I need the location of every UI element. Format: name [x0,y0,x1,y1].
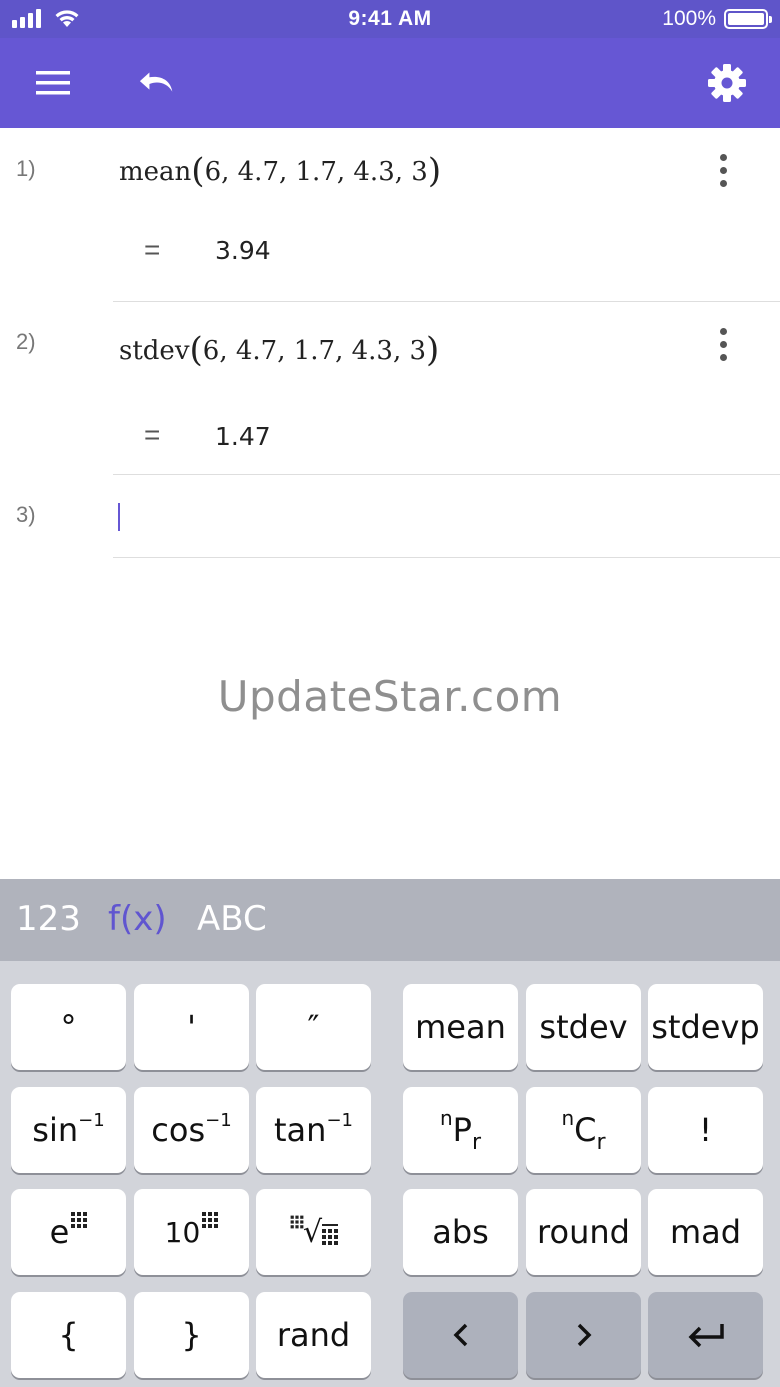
return-icon [688,1324,724,1348]
expression-number: 2) [16,329,36,354]
expression-row-1[interactable]: 1) mean(6, 4.7, 1.7, 4.3, 3) = 3.94 [0,128,780,302]
function-args: 6, 4.7, 1.7, 4.3, 3 [204,157,428,187]
key-abs[interactable]: abs [403,1189,518,1275]
key-label: sin [32,1111,79,1149]
hamburger-icon[interactable] [33,63,73,103]
tab-123[interactable]: 123 [16,899,81,939]
key-left-brace[interactable]: { [11,1292,126,1378]
root-icon: √ [302,1214,323,1250]
key-arctan[interactable]: tan −1 [256,1087,371,1173]
key-subscript: r [471,1129,482,1155]
undo-icon[interactable] [138,63,178,103]
watermark: UpdateStar.com [217,672,563,721]
battery-icon [724,9,772,29]
expression-input[interactable]: stdev(6, 4.7, 1.7, 4.3, 3) [119,330,439,370]
key-cursor-left[interactable] [403,1292,518,1378]
text-cursor [118,503,120,531]
key-mad[interactable]: mad [648,1189,763,1275]
expression-menu-icon[interactable] [710,324,736,364]
key-permutation[interactable]: nPr [403,1087,518,1173]
function-name: mean [119,157,192,187]
status-bar: 9:41 AM 100% [0,0,780,38]
function-args: 6, 4.7, 1.7, 4.3, 3 [202,336,427,366]
key-factorial[interactable]: ! [648,1087,763,1173]
key-combination[interactable]: nCr [526,1087,641,1173]
chevron-right-icon [577,1323,591,1347]
key-mean[interactable]: mean [403,984,518,1070]
placeholder-icon [71,1212,88,1228]
key-round[interactable]: round [526,1189,641,1275]
divider [113,557,780,558]
key-ten-power[interactable]: 10 [134,1189,249,1275]
gear-icon[interactable] [707,63,747,103]
tab-abc[interactable]: ABC [197,899,267,939]
key-enter[interactable] [648,1292,763,1378]
expression-result: 3.94 [215,236,271,265]
key-arcsin[interactable]: sin −1 [11,1087,126,1173]
equals-sign: = [144,419,161,450]
key-label: e [49,1213,70,1251]
key-arccos[interactable]: cos −1 [134,1087,249,1173]
placeholder-icon [202,1212,219,1228]
placeholder-icon [290,1215,304,1229]
expression-number: 3) [16,502,36,527]
key-degree[interactable]: ° [11,984,126,1070]
expression-menu-icon[interactable] [710,150,736,190]
tab-fx[interactable]: f(x) [108,899,167,939]
app-toolbar [0,38,780,128]
key-superscript: −1 [78,1109,105,1131]
key-right-brace[interactable]: } [134,1292,249,1378]
expression-input[interactable]: mean(6, 4.7, 1.7, 4.3, 3) [119,151,441,191]
key-second[interactable]: ″ [256,984,371,1070]
key-cursor-right[interactable] [526,1292,641,1378]
key-label: 10 [164,1215,201,1249]
key-rand[interactable]: rand [256,1292,371,1378]
key-label: cos [151,1111,206,1149]
battery-percent: 100% [662,7,716,30]
key-exp[interactable]: e [11,1189,126,1275]
key-subscript: r [596,1129,606,1155]
key-label: tan [274,1111,327,1149]
placeholder-icon [322,1223,339,1245]
key-presup: n [439,1106,453,1130]
chevron-left-icon [453,1323,467,1347]
key-minute[interactable]: ' [134,984,249,1070]
key-nth-root[interactable]: √ [256,1189,371,1275]
expression-number: 1) [16,156,36,181]
key-stdev[interactable]: stdev [526,984,641,1070]
key-label: C [574,1111,597,1149]
expression-row-3[interactable]: 3) [0,475,780,557]
equals-sign: = [144,234,161,265]
expression-result: 1.47 [215,422,271,451]
key-superscript: −1 [326,1109,353,1131]
keyboard-tab-bar: 123 f(x) ABC [0,879,780,961]
keyboard: ° ' ″ mean stdev stdevp sin −1 cos −1 tan −… [0,961,780,1387]
key-stdevp[interactable]: stdevp [648,984,763,1070]
key-label: P [452,1111,472,1149]
expression-row-2[interactable]: 2) stdev(6, 4.7, 1.7, 4.3, 3) = 1.47 [0,302,780,474]
function-name: stdev [119,336,190,366]
key-superscript: −1 [205,1109,232,1131]
key-presup: n [561,1106,575,1130]
status-right: 100% [662,7,772,31]
